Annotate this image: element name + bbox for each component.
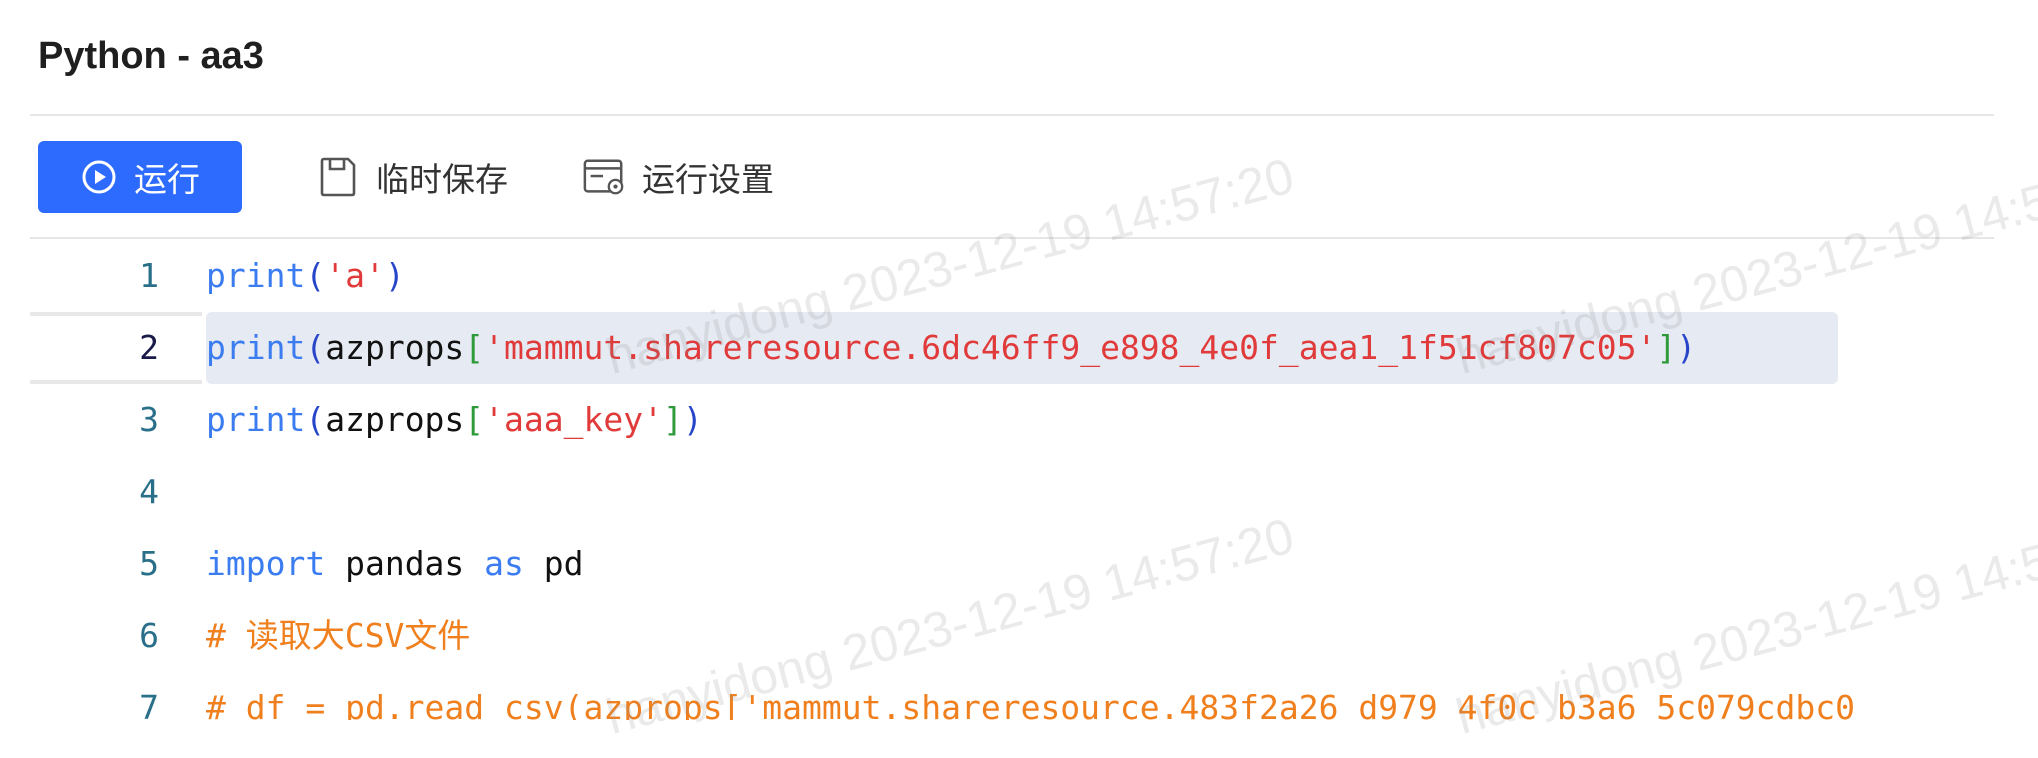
code-token: ) (384, 256, 405, 295)
code-line[interactable]: 6 # 读取大CSV文件 (30, 600, 1994, 672)
code-text: # 读取大CSV文件 (206, 600, 470, 672)
play-circle-icon (80, 158, 118, 196)
run-button-label: 运行 (134, 160, 200, 199)
code-line[interactable]: 4 (30, 456, 1994, 528)
code-token: 'aaa_key' (484, 400, 663, 439)
editor-page: Python - aa3 运行 临时保存 运行设置 1 print('a') 2… (0, 0, 2038, 758)
line-number: 3 (139, 400, 159, 439)
code-text: import pandas as pd (206, 528, 584, 600)
line-number: 2 (30, 312, 202, 384)
run-settings-button[interactable]: 运行设置 (582, 141, 774, 213)
code-line[interactable]: 7 # df = pd.read_csv(azprops['mammut.shar… (30, 672, 1994, 720)
code-token: print (206, 256, 306, 295)
code-token: azprops (325, 328, 465, 367)
temp-save-button[interactable]: 临时保存 (316, 141, 508, 213)
code-text: print(azprops['aaa_key']) (206, 384, 703, 456)
code-token: pandas (325, 544, 485, 583)
code-token: ] (1656, 328, 1677, 367)
line-number: 6 (139, 616, 159, 655)
code-line[interactable]: 3 print(azprops['aaa_key']) (30, 384, 1994, 456)
toolbar: 运行 临时保存 运行设置 (38, 141, 774, 213)
toolbar-divider (30, 237, 1994, 239)
code-line[interactable]: 5 import pandas as pd (30, 528, 1994, 600)
code-token: ) (1676, 328, 1697, 367)
code-token: 'mammut.shareresource.6dc46ff9_e898_4e0f… (484, 328, 1657, 367)
code-text: print(azprops['mammut.shareresource.6dc4… (206, 312, 1696, 384)
code-token: # df = pd.read_csv(azprops['mammut.share… (206, 688, 1856, 720)
code-token: ) (682, 400, 703, 439)
title-divider (30, 114, 1994, 116)
code-token: as (484, 544, 524, 583)
line-number: 7 (139, 688, 159, 720)
code-token: pd (523, 544, 584, 583)
code-token: print (206, 400, 306, 439)
code-editor[interactable]: 1 print('a') 2 print(azprops['mammut.sharer… (30, 240, 1994, 720)
page-title: Python - aa3 (38, 35, 264, 77)
temp-save-label: 临时保存 (376, 160, 508, 199)
code-token: ] (662, 400, 683, 439)
code-line[interactable]: 2 print(azprops['mammut.shareresource.6dc… (30, 312, 1994, 384)
code-token: [ (464, 328, 485, 367)
code-token: # 读取大CSV文件 (206, 616, 471, 655)
code-line[interactable]: 1 print('a') (30, 240, 1994, 312)
code-token: 'a' (325, 256, 385, 295)
code-text: print('a') (206, 240, 405, 312)
code-token: print (206, 328, 306, 367)
line-number: 1 (139, 256, 159, 295)
run-button[interactable]: 运行 (38, 141, 242, 213)
window-settings-icon (582, 155, 626, 199)
run-settings-label: 运行设置 (642, 160, 774, 199)
line-number: 4 (139, 472, 159, 511)
line-number: 5 (139, 544, 159, 583)
code-token: [ (464, 400, 485, 439)
code-text: # df = pd.read_csv(azprops['mammut.share… (206, 672, 1855, 720)
code-token: ( (305, 256, 326, 295)
code-token: ( (305, 328, 326, 367)
code-token: ( (305, 400, 326, 439)
code-token: azprops (325, 400, 465, 439)
save-icon (316, 155, 360, 199)
code-token: import (206, 544, 326, 583)
